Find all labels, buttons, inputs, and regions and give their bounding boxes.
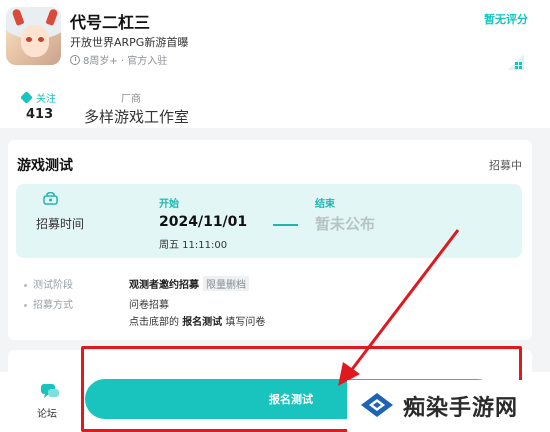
start-label: 开始 xyxy=(159,199,179,210)
start-date: 2024/11/01 xyxy=(159,214,248,230)
game-subtitle: 开放世界ARPG新游首曝 xyxy=(70,36,189,49)
follow-count: 413 xyxy=(26,107,54,122)
info-label-stage: 测试阶段 xyxy=(24,276,73,291)
maker-label: 厂商 xyxy=(121,94,141,105)
card-title: 游戏测试 xyxy=(17,158,73,174)
info-value-stage: 观测者邀约招募 限量删档 xyxy=(129,276,249,291)
time-panel: 招募时间 开始 2024/11/01 周五 11:11:00 结束 暂未公布 xyxy=(16,184,522,258)
recruit-icon xyxy=(43,192,58,205)
info-instruction: 点击底部的 报名测试 填写问卷 xyxy=(129,317,266,328)
age-icon xyxy=(70,54,80,65)
heart-icon xyxy=(20,91,33,104)
maker-name[interactable]: 多样游戏工作室 xyxy=(84,106,189,127)
status-badge: 招募中 xyxy=(489,159,522,172)
game-title: 代号二杠三 xyxy=(70,13,151,32)
info-value-method: 问卷招募 xyxy=(129,300,169,311)
game-icon[interactable] xyxy=(6,7,61,65)
rating-text[interactable]: 暂无评分 xyxy=(484,11,528,27)
game-header: 代号二杠三 开放世界ARPG新游首曝 8周岁+ · 官方入驻 暂无评分 关注 4… xyxy=(0,0,550,128)
follow-button[interactable]: 关注 xyxy=(20,90,56,105)
forum-icon[interactable] xyxy=(40,383,60,400)
tag-badge: 限量删档 xyxy=(203,276,249,291)
end-value: 暂未公布 xyxy=(315,215,376,233)
watermark-logo-icon xyxy=(361,393,393,417)
test-card: 游戏测试 招募中 招募时间 开始 2024/11/01 周五 11:11:00 … xyxy=(8,140,532,340)
watermark-text: 痴染手游网 xyxy=(403,396,519,421)
game-meta: 8周岁+ · 官方入驻 xyxy=(70,52,167,67)
end-label: 结束 xyxy=(315,199,335,210)
qr-icon[interactable] xyxy=(506,52,526,72)
info-label-method: 招募方式 xyxy=(24,296,73,311)
start-time: 周五 11:11:00 xyxy=(159,240,228,251)
recruit-label: 招募时间 xyxy=(36,217,85,231)
dash-divider xyxy=(273,224,298,226)
forum-label[interactable]: 论坛 xyxy=(37,405,57,420)
watermark: 痴染手游网 xyxy=(347,380,550,432)
